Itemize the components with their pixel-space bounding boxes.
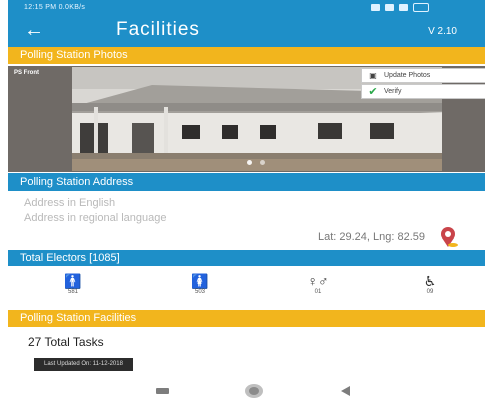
elector-count: 09 xyxy=(426,289,434,295)
home-icon[interactable] xyxy=(245,384,263,398)
elector-count: 01 xyxy=(314,289,322,295)
carousel-dot-active[interactable] xyxy=(247,160,252,165)
elector-count: 503 xyxy=(194,289,205,295)
last-updated-badge: Last Updated On: 11-12-2018 xyxy=(34,358,133,371)
male-voter-icon: 🚹 xyxy=(64,273,82,289)
battery-icon xyxy=(413,3,429,12)
elector-categories: 🚹 581 🚺 503 ♀♂ 01 ♿ 09 xyxy=(8,268,485,308)
update-photos-label: Update Photos xyxy=(384,72,431,79)
verify-label: Verify xyxy=(384,88,402,95)
female-voter-icon: 🚺 xyxy=(191,273,209,289)
lat-lng-text: Lat: 29.24, Lng: 82.59 xyxy=(317,231,425,243)
address-regional: Address in regional language xyxy=(24,212,167,224)
address-english: Address in English xyxy=(24,197,116,209)
facilities-section-title: Polling Station Facilities xyxy=(20,312,137,324)
sim-icon xyxy=(371,4,380,11)
page-title: Facilities xyxy=(116,19,200,40)
update-photos-button[interactable]: ▣ Update Photos xyxy=(361,68,485,83)
nav-back-icon[interactable] xyxy=(341,386,350,396)
status-time: 12:15 PM 0.0KB/s xyxy=(24,4,86,11)
electors-section-header: Total Electors [1085] xyxy=(8,250,485,266)
elector-third-gender: ♀♂ 01 xyxy=(298,274,338,295)
verify-button[interactable]: ✔ Verify xyxy=(361,84,485,99)
app-bar: ← Facilities V 2.10 xyxy=(8,15,485,47)
back-arrow-icon[interactable]: ← xyxy=(24,18,44,42)
status-icons xyxy=(371,3,429,12)
checkmark-icon: ✔ xyxy=(368,86,378,98)
map-pin-icon[interactable] xyxy=(439,226,459,248)
photos-section-header: Polling Station Photos xyxy=(8,47,485,64)
electors-section-title: Total Electors [1085] xyxy=(20,252,120,264)
photos-section-title: Polling Station Photos xyxy=(20,49,128,61)
photo-tag: PS Front xyxy=(14,70,39,76)
total-tasks[interactable]: 27 Total Tasks xyxy=(28,335,104,349)
address-section-title: Polling Station Address xyxy=(20,176,134,188)
elector-count: 581 xyxy=(67,289,78,295)
elector-pwd: ♿ 09 xyxy=(410,274,450,295)
app-screen: 12:15 PM 0.0KB/s ← Facilities V 2.10 Pol… xyxy=(8,0,485,405)
app-version: V 2.10 xyxy=(428,26,457,37)
third-gender-icon: ♀♂ xyxy=(307,273,329,289)
status-bar: 12:15 PM 0.0KB/s xyxy=(8,0,485,15)
facilities-section-header: Polling Station Facilities xyxy=(8,310,485,327)
camera-icon: ▣ xyxy=(369,71,377,80)
wheelchair-icon: ♿ xyxy=(423,273,437,289)
elector-male: 🚹 581 xyxy=(53,274,93,295)
address-section-header: Polling Station Address xyxy=(8,173,485,191)
wifi-icon xyxy=(399,4,408,11)
recent-apps-icon[interactable] xyxy=(156,388,169,394)
carousel-dot[interactable] xyxy=(260,160,265,165)
signal-icon xyxy=(385,4,394,11)
elector-female: 🚺 503 xyxy=(180,274,220,295)
system-nav-bar xyxy=(8,376,485,405)
